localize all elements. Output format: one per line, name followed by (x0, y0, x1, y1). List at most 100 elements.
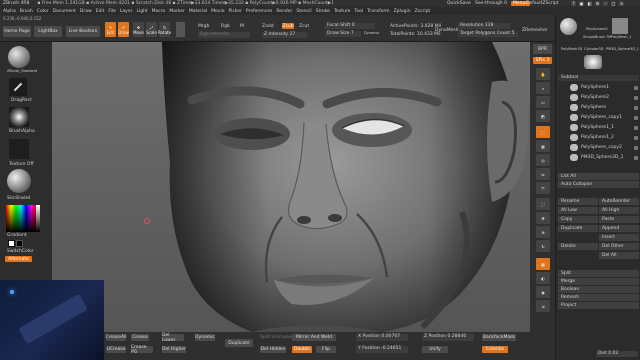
menu-item[interactable]: Picker (228, 9, 241, 14)
polyf-button[interactable]: ▩ (536, 258, 550, 270)
mirror-and-weld-button[interactable]: Mirror And Weld (292, 334, 336, 341)
alternate-button[interactable]: Alternate (5, 256, 32, 262)
del-higher-button[interactable]: Del Higher (162, 346, 186, 353)
subtool-item[interactable]: PolySphere (570, 103, 640, 112)
menu-item[interactable]: Alpha (3, 9, 16, 14)
menu-item[interactable]: Texture (334, 9, 350, 14)
zadd-toggle[interactable]: Zadd (262, 24, 274, 29)
rgb-intensity-slider[interactable]: Rgb Intensity (198, 32, 250, 38)
subtool-item[interactable]: PolySphere1_1 (570, 123, 640, 132)
maximize-icon[interactable]: □ (611, 1, 616, 6)
flip-button[interactable]: Flip (316, 346, 336, 353)
x-position-slider[interactable]: X Position 0.00707 (356, 334, 408, 341)
floor-button[interactable]: ▦ (536, 140, 550, 152)
minimize-icon[interactable]: – (603, 1, 608, 6)
lightbox-button[interactable]: LightBox (34, 26, 62, 37)
color-value-strip[interactable] (36, 205, 40, 232)
close-icon[interactable]: × (619, 1, 624, 6)
m-toggle[interactable]: M (240, 24, 244, 29)
transp-button[interactable]: ◐ (536, 272, 550, 284)
target-polygons-slider[interactable]: Target Polygons Count 5 (458, 31, 518, 37)
crease-all-button[interactable]: CreaseAll (105, 334, 127, 341)
texture-thumbnail[interactable] (9, 139, 29, 159)
zsub-toggle[interactable]: Zsub (282, 23, 294, 29)
menu-item[interactable]: Movie (211, 9, 224, 14)
bpr-button[interactable]: BPR (533, 44, 552, 54)
menu-item[interactable]: Stencil (296, 9, 311, 14)
alpha-thumbnail[interactable] (9, 107, 29, 127)
split-unmasked-button[interactable]: Split Unmasked (260, 335, 295, 340)
dynamic-button[interactable]: Dynamic (195, 334, 215, 341)
rgb-toggle[interactable]: Rgb (221, 24, 230, 29)
backface-mask-button[interactable]: BackfaceMask (482, 334, 516, 341)
crease-pg-button[interactable]: Crease PG (131, 345, 153, 355)
menu-item[interactable]: Zplugin (394, 9, 411, 14)
default-zscript-button[interactable]: DefaultZScript (526, 1, 559, 6)
autoreorder-button[interactable]: AutoReorder (599, 198, 639, 205)
menu-item[interactable]: Zscript (415, 9, 431, 14)
menu-item[interactable]: Preferences (246, 9, 272, 14)
append-button[interactable]: Append (599, 225, 639, 232)
secondary-color-swatch[interactable] (16, 240, 23, 247)
menu-item[interactable]: Color (37, 9, 49, 14)
y-position-slider[interactable]: Y Position -0.24651 (356, 346, 408, 353)
stroke-thumbnail[interactable] (9, 78, 27, 96)
rotate-view-button[interactable]: ↻ (536, 240, 550, 252)
auto-collapse-button[interactable]: Auto Collapse (558, 181, 639, 188)
z-intensity-slider[interactable]: Z Intensity 27 (262, 32, 307, 38)
zoom-button[interactable]: ⌕ (536, 82, 550, 94)
menu-item[interactable]: File (108, 9, 116, 14)
quicksave-button[interactable]: QuickSave (447, 1, 471, 6)
visibility-icon[interactable] (634, 85, 638, 90)
focal-shift-slider[interactable]: Focal Shift 0 (325, 23, 375, 29)
subtool-item[interactable]: PolySphere_copy2 (570, 143, 640, 152)
persp-button[interactable]: ⬚ (536, 126, 550, 138)
draw-button[interactable]: ✐ Draw (118, 22, 129, 37)
gradient-toggle[interactable]: Gradient (7, 233, 27, 238)
del-all-button[interactable]: Del All (599, 252, 639, 259)
material-swatch[interactable] (176, 22, 185, 37)
subtool-item[interactable]: PolySphere2 (570, 93, 640, 102)
copy-button[interactable]: Copy (558, 216, 598, 223)
zoom3d-button[interactable]: ⊕ (536, 226, 550, 238)
visibility-icon[interactable] (634, 115, 638, 120)
lsym-button[interactable]: ⇋ (536, 168, 550, 180)
insert-button[interactable]: Insert (599, 234, 639, 241)
draw-size-slider[interactable]: Draw Size 7 (325, 31, 361, 37)
dynamesh-button[interactable]: DynaMesh (435, 28, 459, 33)
resolution-slider[interactable]: Resolution 128 (458, 23, 510, 29)
menu-item[interactable]: Render (276, 9, 292, 14)
dynamic-toggle[interactable]: Dynamic (364, 31, 379, 35)
menu-item[interactable]: Macro (152, 9, 166, 14)
subtool-header[interactable]: Subtool (558, 75, 639, 81)
menu-item[interactable]: Marker (169, 9, 185, 14)
unify-button[interactable]: Unify (422, 346, 448, 353)
visibility-icon[interactable] (634, 105, 638, 110)
popup-icon[interactable]: ◧ (587, 1, 592, 6)
colorize-button[interactable]: Colorize (482, 346, 508, 353)
local-button[interactable]: ◎ (536, 154, 550, 166)
merge-section[interactable]: Merge (558, 278, 639, 285)
menu-item[interactable]: Brush (20, 9, 33, 14)
actual-button[interactable]: ▭ (536, 96, 550, 108)
rename-button[interactable]: Rename (558, 198, 598, 205)
edit-button[interactable]: ✎ Edit (105, 22, 116, 37)
del-hidden-button[interactable]: Del Hidden (260, 346, 286, 353)
move-button[interactable]: ✥ Move (133, 22, 144, 37)
zcut-toggle[interactable]: Zcut (299, 24, 309, 29)
list-all-button[interactable]: List All (558, 173, 639, 180)
layout-icon[interactable]: ▣ (579, 1, 584, 6)
uv-crease-button[interactable]: UCrease (106, 346, 126, 353)
visibility-icon[interactable] (634, 145, 638, 150)
menu-item[interactable]: Transform (367, 9, 389, 14)
rotate-button[interactable]: ↻ Rotate (158, 22, 171, 37)
move-view-button[interactable]: ✥ (536, 212, 550, 224)
mrgb-toggle[interactable]: Mrgb (198, 24, 209, 29)
zremesher-button[interactable]: ZRemesher (522, 28, 548, 33)
solo-button[interactable]: ◉ (536, 286, 550, 298)
tool-thumbnail-star[interactable] (584, 55, 602, 69)
spix-slider[interactable]: SPix 3 (533, 57, 552, 64)
visibility-icon[interactable] (634, 135, 638, 140)
aahalf-button[interactable]: ◩ (536, 110, 550, 122)
duplicate-subtool-button[interactable]: Duplicate (558, 225, 598, 232)
